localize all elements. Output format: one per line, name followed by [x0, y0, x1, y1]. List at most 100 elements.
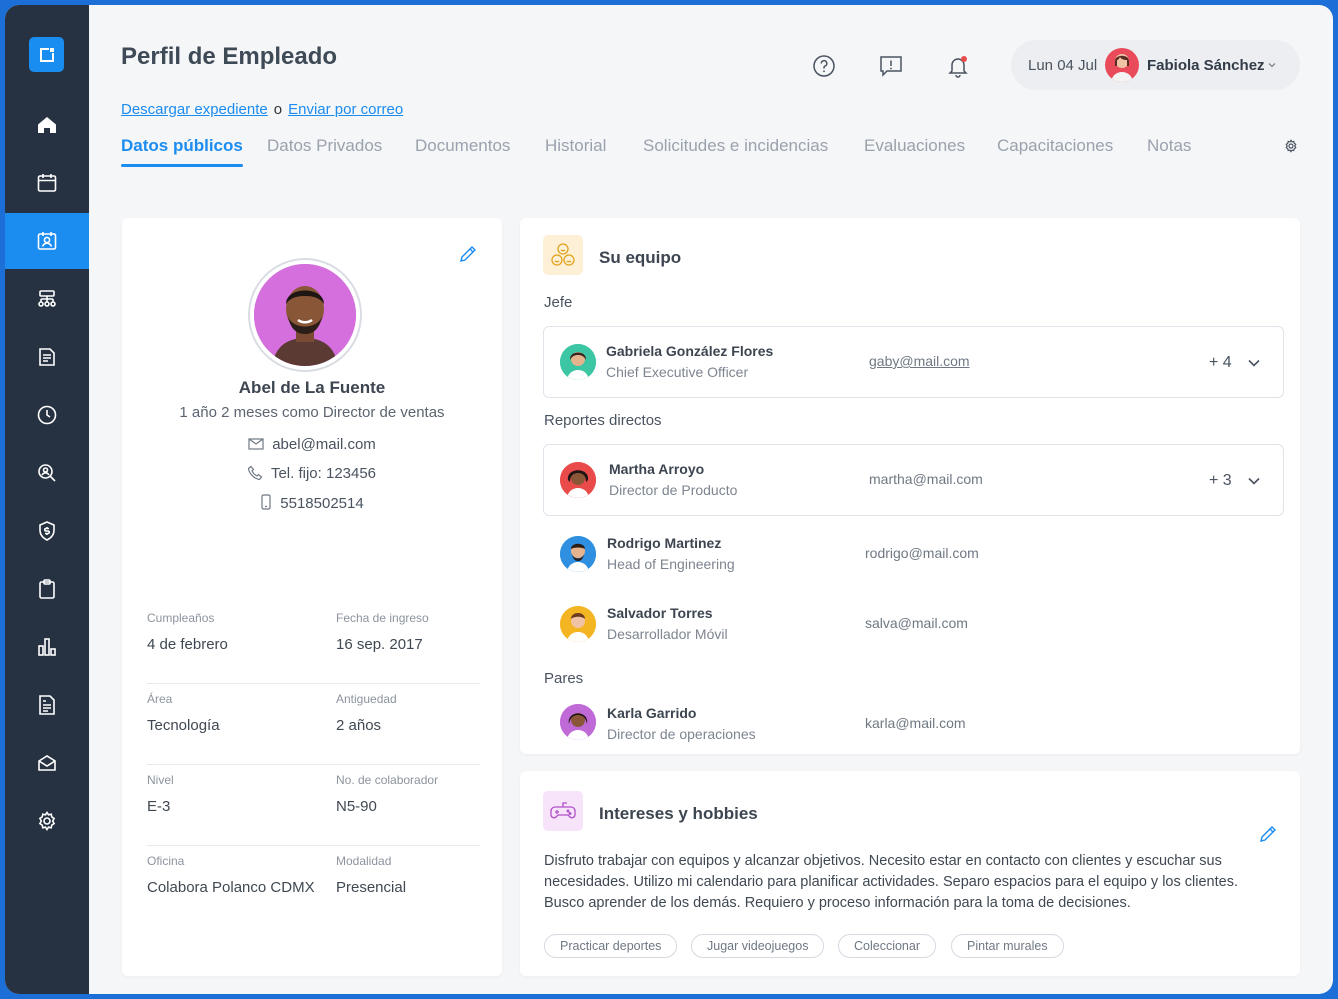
info-value: N5-90 [336, 798, 377, 815]
team-card: Su equipo Jefe Gabriela González Flores … [520, 218, 1300, 754]
sidebar-item-files[interactable] [5, 677, 89, 733]
send-email-link[interactable]: Enviar por correo [288, 101, 403, 118]
info-value: Colabora Polanco CDMX [147, 879, 315, 896]
person-email[interactable]: gaby@mail.com [869, 353, 970, 369]
avatar [560, 344, 596, 380]
person-title: Head of Engineering [607, 556, 735, 572]
gear-icon [38, 811, 56, 831]
tab-historial[interactable]: Historial [545, 136, 606, 156]
hobby-tag[interactable]: Practicar deportes [544, 934, 678, 958]
peer-row[interactable]: Karla Garrido Director de operaciones ka… [544, 698, 1285, 754]
report-row[interactable]: Rodrigo Martinez Head of Engineering rod… [544, 530, 1285, 586]
sidebar-item-profile[interactable] [5, 213, 89, 269]
user-avatar [1105, 48, 1139, 82]
info-label: Antiguedad [336, 692, 397, 706]
hobby-tag[interactable]: Jugar videojuegos [691, 934, 825, 958]
sidebar-item-org[interactable] [5, 271, 89, 327]
sidebar-item-inbox[interactable] [5, 735, 89, 791]
user-menu[interactable]: Lun 04 Jul Fabiola Sánchez [1011, 40, 1300, 90]
tab-evaluaciones[interactable]: Evaluaciones [864, 136, 965, 156]
info-label: Fecha de ingreso [336, 611, 429, 625]
profile-card-icon [37, 232, 57, 250]
report-row[interactable]: Martha Arroyo Director de Producto marth… [543, 444, 1284, 516]
hobbies-card: Intereses y hobbies Disfruto trabajar co… [520, 771, 1300, 976]
profile-email: abel@mail.com [122, 436, 502, 453]
person-email[interactable]: salva@mail.com [865, 615, 968, 631]
avatar [560, 462, 596, 498]
edit-pencil-icon[interactable] [1258, 824, 1278, 844]
team-section-icon [543, 235, 583, 275]
info-value: E-3 [147, 798, 171, 815]
sidebar-item-settings[interactable] [5, 793, 89, 849]
tab-documentos[interactable]: Documentos [415, 136, 510, 156]
mobile-icon [261, 494, 271, 510]
user-name: Fabiola Sánchez [1147, 57, 1265, 74]
page-title: Perfil de Empleado [121, 43, 338, 70]
tab-capacitaciones[interactable]: Capacitaciones [997, 136, 1113, 156]
chevron-down-icon[interactable] [1246, 473, 1262, 489]
info-value: 16 sep. 2017 [336, 636, 423, 653]
profile-card: Abel de La Fuente 1 año 2 meses como Dir… [122, 218, 502, 976]
hobby-tag[interactable]: Coleccionar [838, 934, 937, 958]
sidebar-item-reports[interactable] [5, 619, 89, 675]
info-row: Oficina Colabora Polanco CDMX Modalidad Pr… [147, 846, 480, 927]
person-email[interactable]: martha@mail.com [869, 471, 983, 487]
chevron-down-icon[interactable] [1246, 355, 1262, 371]
hobby-tag[interactable]: Pintar murales [951, 934, 1064, 958]
clock-icon [37, 405, 57, 425]
feedback-icon[interactable] [878, 53, 904, 79]
sidebar-item-payroll[interactable] [5, 503, 89, 559]
edit-pencil-icon[interactable] [458, 244, 478, 264]
tab-solicitudes[interactable]: Solicitudes e incidencias [643, 136, 828, 156]
link-separator: o [273, 101, 283, 118]
search-person-icon [38, 464, 56, 482]
hobbies-description: Disfruto trabajar con equipos y alcanzar… [544, 853, 1238, 911]
bell-icon[interactable] [945, 53, 971, 79]
sidebar-item-documents[interactable] [5, 329, 89, 385]
download-file-link[interactable]: Descargar expediente [121, 101, 268, 118]
tab-datos-publicos[interactable]: Datos públicos [121, 136, 243, 167]
report-row[interactable]: Salvador Torres Desarrollador Móvil salv… [544, 600, 1285, 656]
profile-avatar [250, 260, 360, 370]
person-email[interactable]: karla@mail.com [865, 715, 966, 731]
profile-role: 1 año 2 meses como Director de ventas [179, 404, 445, 421]
app-logo[interactable] [29, 37, 64, 72]
info-value: 2 años [336, 717, 382, 734]
sidebar-item-search[interactable] [5, 445, 89, 501]
person-email[interactable]: rodrigo@mail.com [865, 545, 979, 561]
logo-icon [39, 47, 54, 62]
team-faces-icon [551, 243, 575, 266]
document-list-icon [39, 348, 55, 366]
download-links: Descargar expediente o Enviar por correo [121, 101, 403, 118]
tab-notas[interactable]: Notas [1147, 136, 1191, 156]
sidebar [5, 5, 89, 994]
info-value: Presencial [336, 879, 407, 896]
tab-settings-icon[interactable] [1283, 138, 1299, 154]
help-icon[interactable] [811, 53, 837, 79]
info-value: 4 de febrero [147, 636, 228, 653]
info-label: No. de colaborador [336, 773, 439, 787]
tab-datos-privados[interactable]: Datos Privados [267, 136, 382, 156]
extra-count-badge: + 3 [1209, 472, 1232, 489]
sidebar-item-home[interactable] [5, 97, 89, 153]
boss-row[interactable]: Gabriela González Flores Chief Executive… [543, 326, 1284, 398]
current-date: Lun 04 Jul [1028, 57, 1098, 74]
info-row: Nivel E-3 No. de colaborador N5-90 [147, 765, 480, 846]
person-title: Director de Producto [609, 482, 738, 498]
info-label: Modalidad [336, 854, 392, 868]
person-title: Desarrollador Móvil [607, 626, 728, 642]
calendar-icon [37, 174, 57, 192]
mail-icon [248, 438, 264, 450]
sidebar-item-time[interactable] [5, 387, 89, 443]
person-name: Martha Arroyo [609, 461, 705, 477]
sidebar-item-tasks[interactable] [5, 561, 89, 617]
shield-dollar-icon [39, 521, 55, 541]
person-title: Chief Executive Officer [606, 364, 749, 380]
boss-label: Jefe [544, 294, 573, 311]
avatar [560, 536, 596, 572]
inbox-icon [38, 755, 56, 771]
team-title: Su equipo [599, 248, 682, 267]
sidebar-item-calendar[interactable] [5, 155, 89, 211]
info-label: Nivel [147, 773, 174, 787]
profile-phone: Tel. fijo: 123456 [122, 465, 502, 482]
